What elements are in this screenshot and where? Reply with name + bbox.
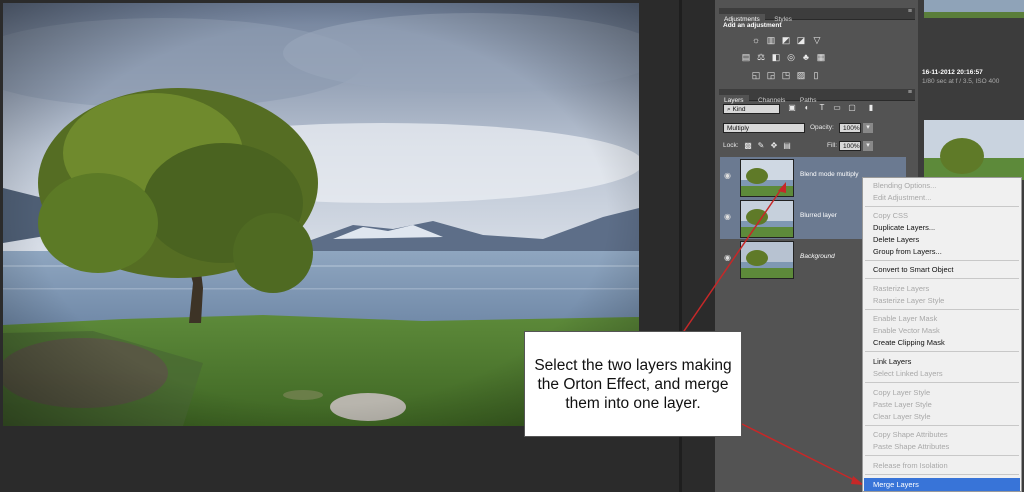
callout-text: Select the two layers making the Orton E… [534,356,732,412]
menu-item-duplicate-layers[interactable]: Duplicate Layers... [873,223,935,233]
menu-item-copy-layer-style[interactable]: Copy Layer Style [873,388,930,398]
menu-item-paste-layer-style[interactable]: Paste Layer Style [873,400,932,410]
instruction-callout: Select the two layers making the Orton E… [524,331,742,437]
menu-separator [865,382,1019,383]
menu-separator [865,455,1019,456]
menu-item-convert-smart-object[interactable]: Convert to Smart Object [873,265,953,275]
menu-item-rasterize-layer-style[interactable]: Rasterize Layer Style [873,296,944,306]
menu-item-clear-layer-style[interactable]: Clear Layer Style [873,412,931,422]
menu-separator [865,206,1019,207]
menu-separator [865,425,1019,426]
arrow-to-layers [681,187,783,335]
menu-separator [865,474,1019,475]
menu-item-copy-css[interactable]: Copy CSS [873,211,908,221]
menu-separator [865,351,1019,352]
menu-item-select-linked-layers[interactable]: Select Linked Layers [873,369,943,379]
menu-item-create-clipping-mask[interactable]: Create Clipping Mask [873,338,945,348]
menu-item-edit-adjustment[interactable]: Edit Adjustment... [873,193,931,203]
menu-separator [865,309,1019,310]
menu-item-blending-options[interactable]: Blending Options... [873,181,936,191]
menu-separator [865,278,1019,279]
menu-item-link-layers[interactable]: Link Layers [873,357,911,367]
menu-item-merge-layers[interactable]: Merge Layers [873,480,919,490]
menu-item-rasterize-layers[interactable]: Rasterize Layers [873,284,929,294]
menu-item-delete-layers[interactable]: Delete Layers [873,235,919,245]
menu-separator [865,260,1019,261]
layer-context-menu: Blending Options... Edit Adjustment... C… [862,177,1022,492]
menu-item-group-from-layers[interactable]: Group from Layers... [873,247,942,257]
menu-item-enable-vector-mask[interactable]: Enable Vector Mask [873,326,940,336]
menu-item-paste-shape-attributes[interactable]: Paste Shape Attributes [873,442,949,452]
arrow-to-merge [741,423,859,483]
menu-item-release-from-isolation[interactable]: Release from Isolation [873,461,948,471]
menu-item-enable-layer-mask[interactable]: Enable Layer Mask [873,314,937,324]
menu-item-copy-shape-attributes[interactable]: Copy Shape Attributes [873,430,948,440]
